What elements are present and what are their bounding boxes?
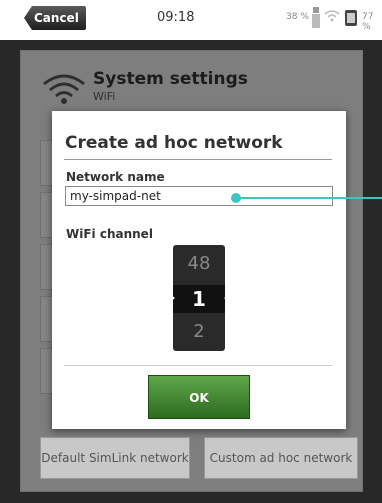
status-bar: Cancel 09:18 38 % 77 % [0,0,382,40]
network-name-label: Network name [66,170,165,184]
channel-current-value[interactable]: 1 [173,285,225,313]
wifi-channel-label: WiFi channel [66,227,153,241]
clock: 09:18 [157,10,195,25]
device-icon [312,7,320,28]
battery-level: 77 % [362,12,374,32]
channel-next-value[interactable]: 2 [173,321,225,342]
channel-prev-value[interactable]: 48 [173,253,225,274]
default-simlink-button[interactable]: Default SimLink network [40,437,190,479]
ok-button[interactable]: OK [148,375,250,419]
divider [64,159,332,160]
battery-icon [345,10,357,26]
callout-line [236,197,382,199]
dialog-title: Create ad hoc network [65,133,283,153]
network-name-input[interactable] [65,186,333,206]
picker-right-arrow-icon [224,294,229,302]
create-network-dialog: Create ad hoc network Network name WiFi … [52,111,346,429]
device-battery-level: 38 % [286,12,309,22]
wifi-status-icon [324,10,340,22]
custom-ad-hoc-button[interactable]: Custom ad hoc network [204,437,358,479]
cancel-button[interactable]: Cancel [24,6,86,30]
picker-left-arrow-icon [170,294,175,302]
divider [64,365,332,366]
channel-picker[interactable]: 48 1 2 [173,245,225,351]
